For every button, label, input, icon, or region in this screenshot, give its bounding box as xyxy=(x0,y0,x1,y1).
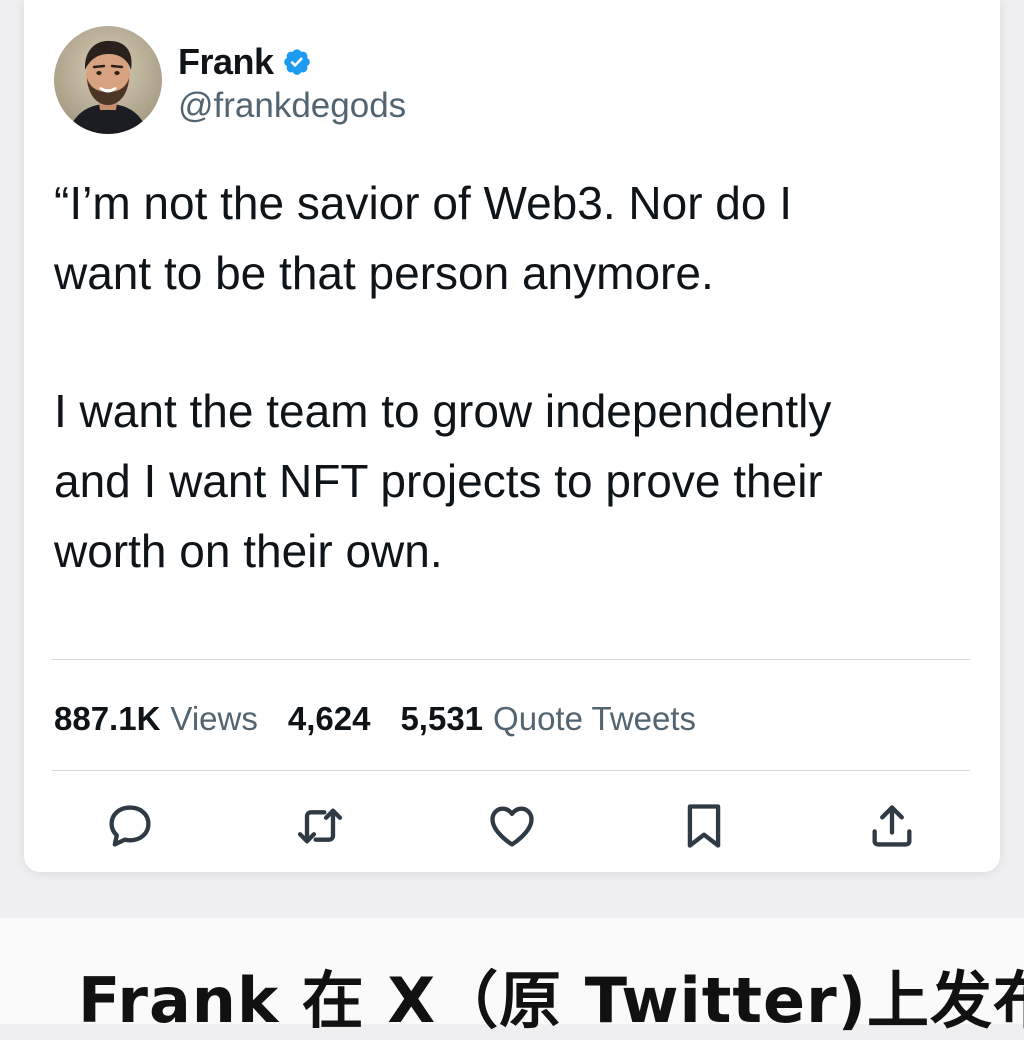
reply-icon xyxy=(109,805,151,847)
tweet-card: Frank @frankdegods “I’m not the savior o… xyxy=(24,0,1000,872)
author-display-name[interactable]: Frank xyxy=(178,41,274,83)
heart-icon xyxy=(490,806,534,847)
tweet-paragraph: “I’m not the savior of Web3. Nor do I wa… xyxy=(54,168,984,308)
caption-title: Frank 在 X（原 Twitter)上发布 xyxy=(78,964,1024,1037)
retweet-button[interactable] xyxy=(290,796,350,856)
tweet-text-line: and I want NFT projects to prove their xyxy=(54,455,823,507)
bookmark-icon xyxy=(687,804,721,848)
quotes-label[interactable]: Quote Tweets xyxy=(493,700,696,738)
divider xyxy=(52,770,970,771)
verified-badge-icon xyxy=(282,47,312,77)
share-button[interactable] xyxy=(862,796,922,856)
author-name-row: Frank xyxy=(178,40,312,84)
reply-button[interactable] xyxy=(100,796,160,856)
bookmark-button[interactable] xyxy=(674,796,734,856)
avatar[interactable] xyxy=(54,26,162,134)
tweet-text: “I’m not the savior of Web3. Nor do I wa… xyxy=(54,168,984,586)
divider xyxy=(52,659,970,660)
tweet-stats: 887.1K Views 4,624 5,531 Quote Tweets xyxy=(54,694,696,744)
views-label: Views xyxy=(170,700,258,737)
tweet-actions xyxy=(24,790,1000,860)
tweet-text-line: I want the team to grow independently xyxy=(54,385,832,437)
tweet-text-line: worth on their own. xyxy=(54,525,443,577)
share-icon xyxy=(872,805,912,847)
like-button[interactable] xyxy=(482,796,542,856)
quotes-count[interactable]: 5,531 xyxy=(400,700,483,738)
tweet-text-line: “I’m not the savior of Web3. Nor do I xyxy=(54,177,793,229)
retweets-count[interactable]: 4,624 xyxy=(288,700,371,738)
author-handle[interactable]: @frankdegods xyxy=(178,86,406,126)
retweet-icon xyxy=(297,808,343,844)
views-count: 887.1K xyxy=(54,700,161,737)
tweet-paragraph: I want the team to grow independently an… xyxy=(54,376,984,586)
tweet-text-line: want to be that person anymore. xyxy=(54,247,714,299)
